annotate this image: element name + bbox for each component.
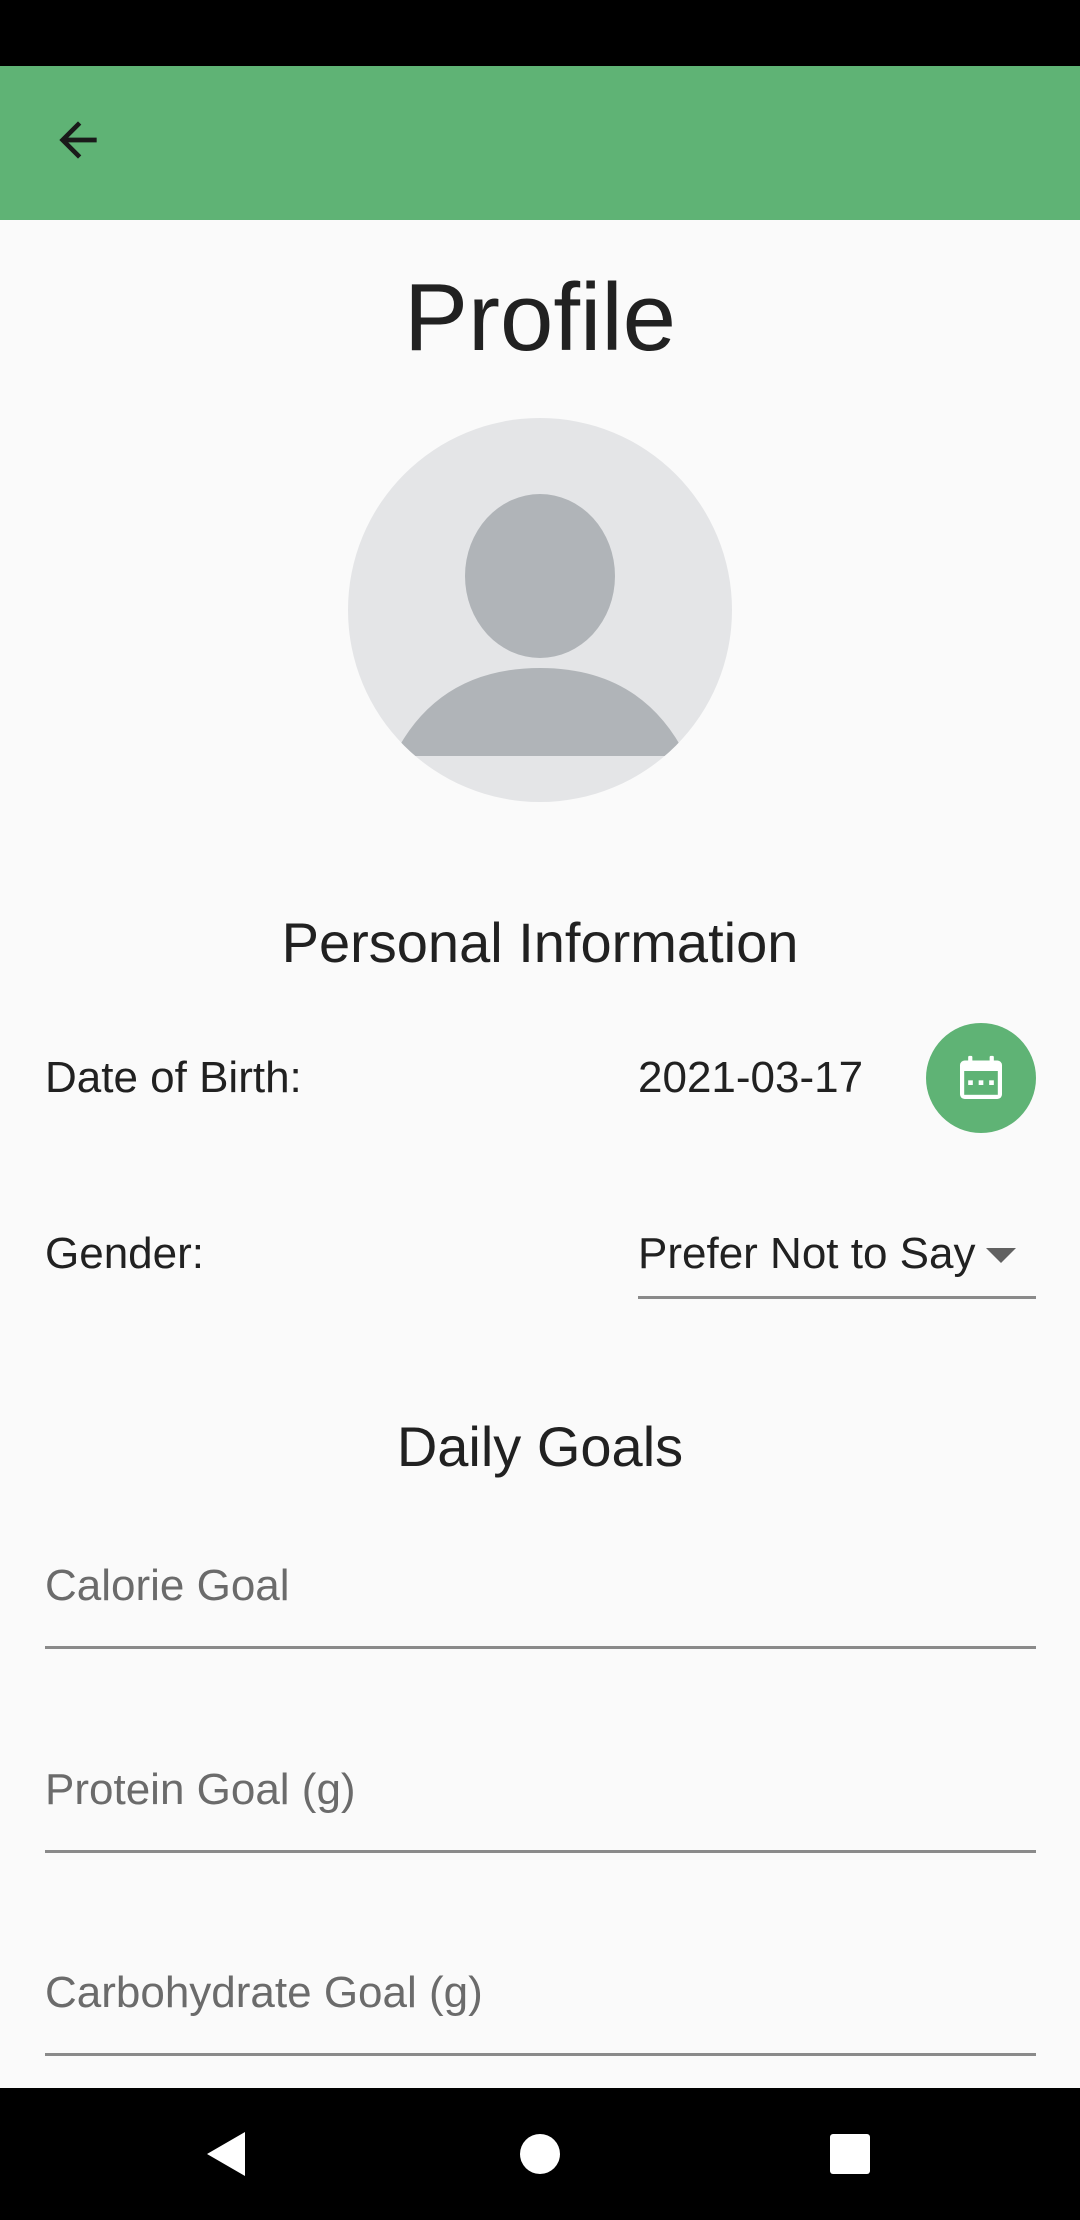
protein-goal-field (45, 1730, 1036, 1853)
app-bar (0, 66, 1080, 220)
carbohydrate-goal-field (45, 1933, 1036, 2056)
nav-recents-button[interactable] (784, 2088, 916, 2220)
gender-label: Gender: (45, 1229, 204, 1278)
dropdown-arrow-icon (986, 1248, 1016, 1263)
nav-recents-icon (830, 2134, 870, 2174)
dob-label: Date of Birth: (45, 1053, 302, 1102)
personal-info-heading: Personal Information (281, 911, 799, 974)
nav-back-icon (207, 2132, 245, 2176)
nav-home-button[interactable] (474, 2088, 606, 2220)
dob-value: 2021-03-17 (638, 1053, 864, 1102)
nav-back-button[interactable] (160, 2088, 292, 2220)
protein-goal-input[interactable] (45, 1730, 1036, 1850)
gender-dropdown[interactable]: Prefer Not to Say (638, 1220, 1036, 1299)
avatar[interactable] (348, 418, 732, 802)
navigation-bar (0, 2088, 1080, 2220)
back-button[interactable] (38, 100, 118, 180)
calendar-button[interactable] (926, 1023, 1036, 1133)
daily-goals-heading: Daily Goals (396, 1415, 684, 1478)
arrow-back-icon (59, 121, 97, 159)
nav-home-icon (520, 2134, 560, 2174)
calorie-goal-input[interactable] (45, 1526, 1036, 1646)
page-title: Profile (403, 264, 677, 371)
status-bar (0, 0, 1080, 66)
calorie-goal-field (45, 1526, 1036, 1649)
person-placeholder-icon (394, 494, 686, 756)
calendar-icon (960, 1055, 1002, 1099)
gender-value: Prefer Not to Say (638, 1229, 976, 1278)
carbohydrate-goal-input[interactable] (45, 1933, 1036, 2053)
